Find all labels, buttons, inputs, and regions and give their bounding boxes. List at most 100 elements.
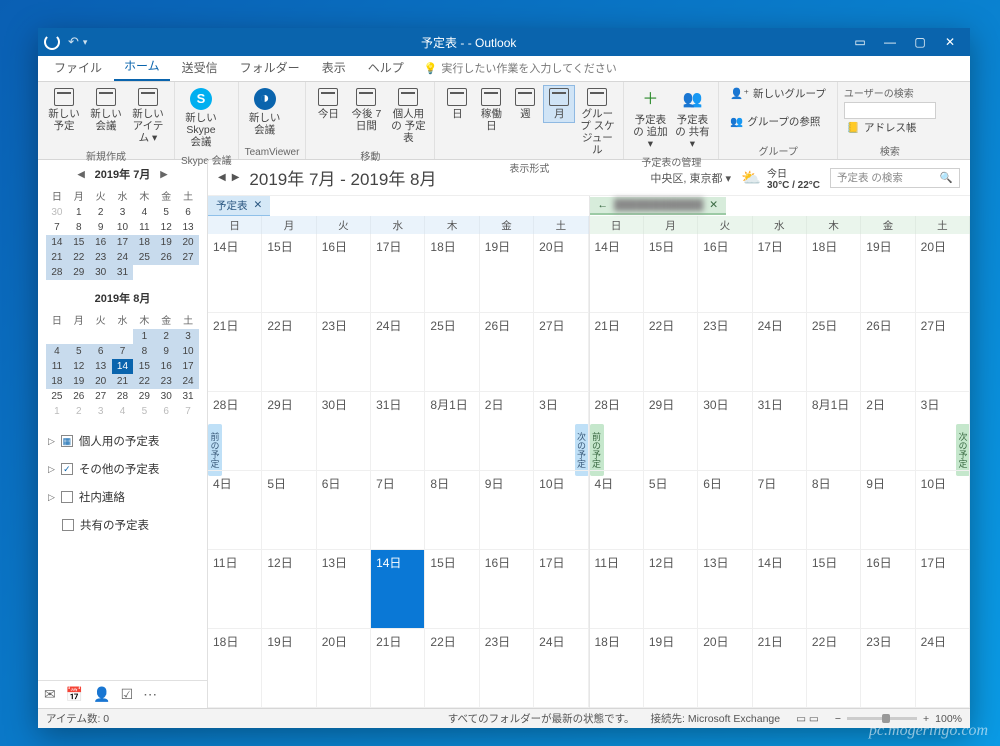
tab-file[interactable]: ファイル	[44, 54, 112, 81]
tab-home[interactable]: ホーム	[114, 52, 170, 81]
minical-day[interactable]: 11	[133, 220, 155, 235]
calendar-cell[interactable]: 30日	[317, 392, 371, 471]
calendar-cell[interactable]: 26日	[480, 313, 534, 392]
calendar-cell[interactable]: 6日	[698, 471, 752, 550]
calendar-cell[interactable]: 20日	[916, 234, 970, 313]
minical-day[interactable]: 1	[133, 329, 155, 344]
calendar-cell[interactable]: 3日	[916, 392, 970, 471]
people-nav-icon[interactable]: 👤	[93, 686, 110, 703]
minical-day[interactable]: 29	[133, 389, 155, 404]
minical-day[interactable]: 15	[68, 235, 90, 250]
minical-day[interactable]: 19	[68, 374, 90, 389]
sync-icon[interactable]	[44, 34, 60, 50]
calendar-nav-icon[interactable]: 📅	[66, 686, 83, 703]
calendar-cell[interactable]: 21日	[371, 629, 425, 708]
minical-day[interactable]: 26	[155, 250, 177, 265]
checkbox-icon[interactable]	[62, 519, 74, 531]
calendar-cell[interactable]: 17日	[534, 550, 588, 629]
minical-day[interactable]: 11	[46, 359, 68, 374]
minical-day[interactable]: 9	[90, 220, 112, 235]
calendar-cell[interactable]: 23日	[317, 313, 371, 392]
calendar-cell[interactable]: 24日	[916, 629, 970, 708]
minical-day[interactable]: 7	[46, 220, 68, 235]
next-period-icon[interactable]: ▶	[232, 172, 240, 183]
calendar-cell[interactable]: 25日	[807, 313, 861, 392]
zoom-slider[interactable]	[847, 717, 917, 720]
new-appointment-button[interactable]: 新しい 予定	[44, 85, 84, 135]
calendar-cell[interactable]: 23日	[698, 313, 752, 392]
minical-day[interactable]: 20	[90, 374, 112, 389]
minical-day[interactable]: 13	[177, 220, 199, 235]
more-nav-icon[interactable]: ⋯	[143, 686, 157, 703]
calendar-tab[interactable]: 予定表✕	[208, 196, 270, 217]
minical-day[interactable]: 8	[133, 344, 155, 359]
zoom-out-icon[interactable]: −	[835, 713, 841, 725]
checkbox-icon[interactable]	[61, 491, 73, 503]
minical-day[interactable]: 18	[133, 235, 155, 250]
minical-day[interactable]: 25	[46, 389, 68, 404]
browse-groups-button[interactable]: 👥グループの参照	[725, 113, 825, 131]
calendar-cell[interactable]: 16日	[861, 550, 915, 629]
minical-day[interactable]: 17	[177, 359, 199, 374]
calendar-cell[interactable]: 12日	[262, 550, 316, 629]
calendar-cell[interactable]: 17日	[753, 234, 807, 313]
checkbox-icon[interactable]: ✓	[61, 463, 73, 475]
tab-sendreceive[interactable]: 送受信	[172, 54, 228, 81]
calendar-cell[interactable]: 2日	[480, 392, 534, 471]
calendar-cell[interactable]: 6日	[317, 471, 371, 550]
personal-calendar-button[interactable]: 個人用の 予定表	[388, 85, 428, 147]
minical-day[interactable]: 2	[155, 329, 177, 344]
minical-day[interactable]: 24	[112, 250, 134, 265]
minical-day[interactable]: 5	[133, 404, 155, 419]
tab-view[interactable]: 表示	[312, 54, 356, 81]
calendar-cell[interactable]: 22日	[807, 629, 861, 708]
calendar-tab[interactable]: ←████████████✕	[590, 197, 727, 215]
view-month-button[interactable]: 月	[543, 85, 575, 123]
skype-meeting-button[interactable]: S新しい Skype 会議	[181, 85, 221, 151]
calendar-cell[interactable]: 18日	[807, 234, 861, 313]
minical-day[interactable]: 30	[46, 205, 68, 220]
calendar-cell[interactable]: 15日	[425, 550, 479, 629]
calendar-cell[interactable]: 30日	[698, 392, 752, 471]
minical-day[interactable]: 4	[112, 404, 134, 419]
minical-day[interactable]: 22	[68, 250, 90, 265]
calendar-cell[interactable]: 18日	[590, 629, 644, 708]
minical-day[interactable]	[68, 329, 90, 344]
calendar-cell[interactable]: 10日	[916, 471, 970, 550]
minical-day[interactable]: 10	[112, 220, 134, 235]
calendar-cell[interactable]: 22日	[262, 313, 316, 392]
calendar-cell[interactable]: 21日	[590, 313, 644, 392]
share-calendar-button[interactable]: 👥予定表の 共有 ▾	[672, 85, 712, 153]
minical-day[interactable]: 6	[90, 344, 112, 359]
calendar-group-internal[interactable]: ▷社内連絡	[44, 483, 201, 511]
calendar-cell[interactable]: 9日	[861, 471, 915, 550]
close-button[interactable]: ✕	[936, 32, 964, 52]
minical-day[interactable]: 26	[68, 389, 90, 404]
calendar-cell[interactable]: 16日	[698, 234, 752, 313]
calendar-cell[interactable]: 4日	[590, 471, 644, 550]
minical-day[interactable]: 30	[155, 389, 177, 404]
minical-day[interactable]: 31	[112, 265, 134, 280]
calendar-cell[interactable]: 15日	[262, 234, 316, 313]
address-book-button[interactable]: 📒アドレス帳	[844, 121, 920, 135]
calendar-cell[interactable]: 3日	[534, 392, 588, 471]
group-schedule-button[interactable]: グループ スケジュール	[577, 85, 617, 159]
calendar-cell[interactable]: 19日	[480, 234, 534, 313]
calendar-cell[interactable]: 27日	[916, 313, 970, 392]
new-group-button[interactable]: 👤⁺新しいグループ	[725, 85, 831, 103]
undo-icon[interactable]: ↶	[68, 34, 79, 50]
calendar-cell[interactable]: 22日	[644, 313, 698, 392]
minical-day[interactable]: 2	[90, 205, 112, 220]
calendar-cell[interactable]: 5日	[262, 471, 316, 550]
minical-day[interactable]: 28	[46, 265, 68, 280]
calendar-cell[interactable]: 14日	[371, 550, 425, 629]
minical-day[interactable]: 16	[155, 359, 177, 374]
minical-day[interactable]: 10	[177, 344, 199, 359]
calendar-cell[interactable]: 28日	[208, 392, 262, 471]
calendar-cell[interactable]: 16日	[317, 234, 371, 313]
minical-day[interactable]: 15	[133, 359, 155, 374]
weather-location[interactable]: 中央区, 東京都 ▾	[650, 170, 731, 186]
calendar-cell[interactable]: 21日	[208, 313, 262, 392]
tab-folder[interactable]: フォルダー	[230, 54, 310, 81]
minical-day[interactable]	[90, 329, 112, 344]
